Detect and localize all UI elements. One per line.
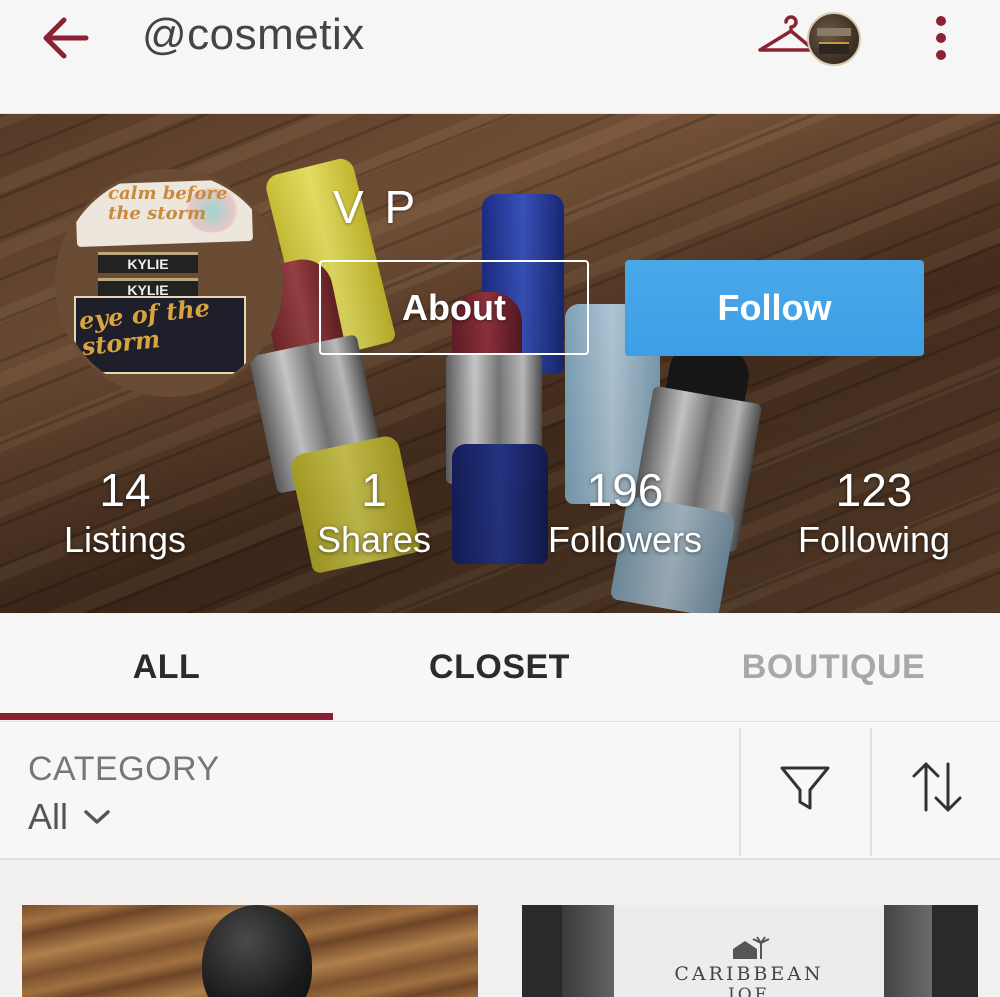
brand-text-line1: CARIBBEAN — [674, 963, 824, 985]
sort-arrows-icon[interactable] — [902, 752, 972, 822]
stat-shares-label: Shares — [316, 519, 432, 560]
follow-button[interactable]: Follow — [625, 260, 924, 356]
profile-cover: calm before the storm KYLIE KYLIE eye of… — [0, 114, 1000, 613]
stat-listings-label: Listings — [63, 519, 187, 560]
active-tab-indicator — [0, 713, 333, 720]
tab-all[interactable]: ALL — [0, 614, 333, 721]
closet-tabs: ALL CLOSET BOUTIQUE — [0, 614, 1000, 723]
listing-image-sponge — [202, 905, 312, 997]
filter-bar: CATEGORY All — [0, 722, 1000, 860]
back-arrow-icon[interactable] — [38, 12, 94, 64]
stat-followers-label: Followers — [547, 519, 703, 560]
listing-image-box: CARIBBEAN JOE — [614, 905, 884, 997]
stat-followers[interactable]: 196 Followers — [515, 464, 735, 564]
category-dropdown[interactable]: All — [28, 796, 112, 838]
palm-hut-logo-icon — [733, 936, 770, 959]
stat-following-value: 123 — [835, 464, 913, 516]
profile-avatar[interactable]: calm before the storm KYLIE KYLIE eye of… — [55, 169, 283, 397]
stat-listings[interactable]: 14 Listings — [15, 464, 235, 564]
stat-shares[interactable]: 1 Shares — [264, 464, 484, 564]
chevron-down-icon — [84, 810, 110, 824]
tab-closet[interactable]: CLOSET — [333, 614, 666, 721]
top-app-bar: @cosmetix — [0, 0, 1000, 114]
about-button[interactable]: About — [319, 260, 589, 355]
category-label: CATEGORY — [28, 750, 220, 788]
avatar-text-kylie-1: KYLIE — [98, 252, 198, 273]
listing-card[interactable] — [22, 905, 478, 997]
more-options-icon[interactable] — [920, 12, 962, 64]
stat-following-label: Following — [797, 519, 951, 560]
stat-shares-value: 1 — [361, 464, 387, 516]
filter-funnel-icon[interactable] — [770, 752, 840, 822]
listing-card[interactable]: CARIBBEAN JOE — [522, 905, 978, 997]
stat-following[interactable]: 123 Following — [764, 464, 984, 564]
tab-boutique[interactable]: BOUTIQUE — [667, 614, 1000, 721]
profile-display-name: V P — [333, 181, 420, 233]
brand-text-line2: JOE — [727, 985, 771, 997]
profile-username: @cosmetix — [142, 10, 365, 59]
avatar-text-calm: calm before the storm — [108, 183, 228, 224]
stat-followers-value: 196 — [586, 464, 664, 516]
stat-listings-value: 14 — [99, 464, 151, 516]
category-value: All — [28, 796, 69, 837]
account-avatar[interactable] — [807, 12, 861, 66]
